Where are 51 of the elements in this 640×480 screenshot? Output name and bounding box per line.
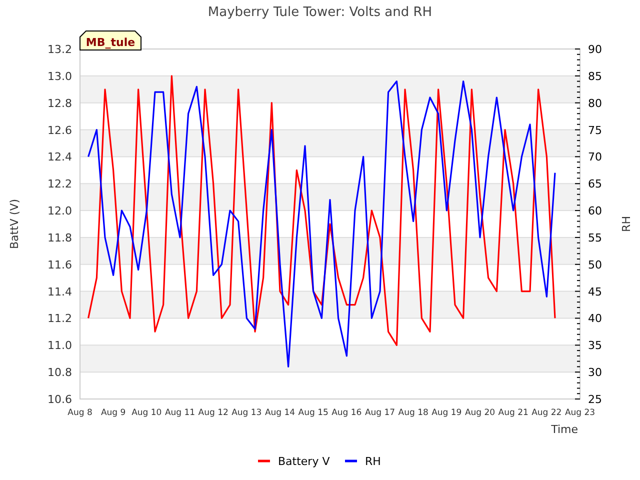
y-tick-label: 12.0 (48, 204, 72, 218)
x-tick-label: Aug 18 (398, 408, 428, 418)
y-tick-label: 10.6 (48, 393, 72, 406)
x-tick-label: Aug 20 (464, 408, 496, 418)
x-tick-label: Aug 11 (164, 408, 196, 418)
y2-tick-label: 55 (588, 231, 602, 244)
x-tick-label: Aug 23 (564, 408, 596, 418)
y2-tick-label: 85 (588, 70, 602, 83)
y2-tick-label: 25 (588, 393, 602, 406)
y-tick-label: 12.6 (48, 124, 72, 137)
y-tick-label: 11.4 (48, 285, 72, 298)
station-badge: MB_tule (80, 30, 142, 50)
y2-tick-label: 70 (588, 150, 602, 164)
x-tick-label: Aug 8 (68, 408, 92, 418)
y-axis-label: BattV (V) (8, 198, 21, 250)
chart-title: Mayberry Tule Tower: Volts and RH (208, 5, 432, 20)
y-tick-label: 11.6 (48, 258, 72, 272)
x-axis-label: Time (551, 423, 578, 436)
x-tick-label: Aug 16 (332, 408, 362, 418)
y2-tick-label: 60 (588, 204, 602, 218)
y2-tick-label: 35 (588, 339, 602, 352)
x-tick-label: Aug 19 (432, 408, 462, 418)
x-tick-label: Aug 15 (298, 408, 328, 418)
y2-tick-label: 90 (588, 43, 602, 56)
x-tick-label: Aug 21 (498, 408, 528, 418)
y2-tick-label: 40 (588, 312, 602, 326)
y-tick-label: 12.8 (48, 96, 72, 110)
x-tick-label: Aug 17 (364, 408, 396, 418)
y2-tick-label: 30 (588, 366, 602, 380)
y-tick-label: 11.2 (48, 312, 72, 326)
x-tick-label: Aug 10 (132, 408, 162, 418)
y-tick-label: 10.8 (48, 366, 72, 380)
legend-label: Battery V (278, 455, 330, 468)
y2-axis-label: RH (620, 216, 633, 232)
x-tick-label: Aug 22 (532, 408, 562, 418)
y-tick-label: 13.0 (48, 70, 72, 83)
y-tick-label: 12.2 (48, 178, 72, 191)
y2-tick-label: 65 (588, 178, 602, 191)
y-tick-label: 13.2 (48, 43, 72, 56)
y-tick-label: 12.4 (48, 150, 72, 164)
x-tick-label: Aug 13 (232, 408, 262, 418)
y2-tick-label: 45 (588, 285, 602, 298)
x-tick-label: Aug 12 (198, 408, 228, 418)
y-tick-label: 11.0 (48, 339, 72, 352)
legend-label: RH (365, 455, 381, 468)
x-tick-label: Aug 9 (100, 408, 126, 418)
y2-tick-label: 80 (588, 96, 602, 110)
y2-tick-label: 75 (588, 124, 602, 137)
y2-tick-label: 50 (588, 258, 602, 272)
x-tick-label: Aug 14 (264, 408, 296, 418)
y-tick-label: 11.8 (48, 231, 72, 244)
